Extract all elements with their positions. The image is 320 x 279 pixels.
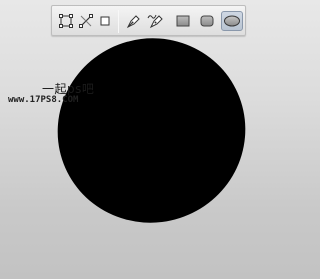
toolbar-separator bbox=[118, 10, 119, 33]
pen-tool-button[interactable] bbox=[124, 11, 144, 31]
shape-options-toolbar bbox=[51, 5, 246, 36]
path-transform-button[interactable] bbox=[56, 11, 76, 31]
shape-layer-button[interactable] bbox=[95, 11, 115, 31]
path-anchor-button[interactable] bbox=[76, 11, 96, 31]
rounded-rectangle-tool-icon bbox=[200, 15, 214, 27]
ellipse-shape[interactable] bbox=[56, 37, 247, 224]
ellipse-tool-button[interactable] bbox=[221, 11, 243, 31]
path-transform-icon bbox=[59, 14, 73, 28]
path-anchor-icon bbox=[79, 14, 93, 28]
ellipse-tool-icon bbox=[224, 15, 240, 27]
watermark-url: www.17PS8.COM bbox=[8, 95, 79, 105]
watermark: 一起ps吧 www.17PS8.COM bbox=[8, 80, 118, 120]
freeform-pen-tool-icon bbox=[147, 14, 163, 29]
freeform-pen-tool-button[interactable] bbox=[146, 11, 166, 31]
square-outline-icon bbox=[100, 16, 110, 26]
rectangle-tool-icon bbox=[176, 15, 190, 27]
rounded-rectangle-tool-button[interactable] bbox=[197, 11, 217, 31]
document-canvas[interactable] bbox=[0, 36, 316, 279]
rectangle-tool-button[interactable] bbox=[173, 11, 193, 31]
pen-tool-icon bbox=[126, 15, 140, 29]
